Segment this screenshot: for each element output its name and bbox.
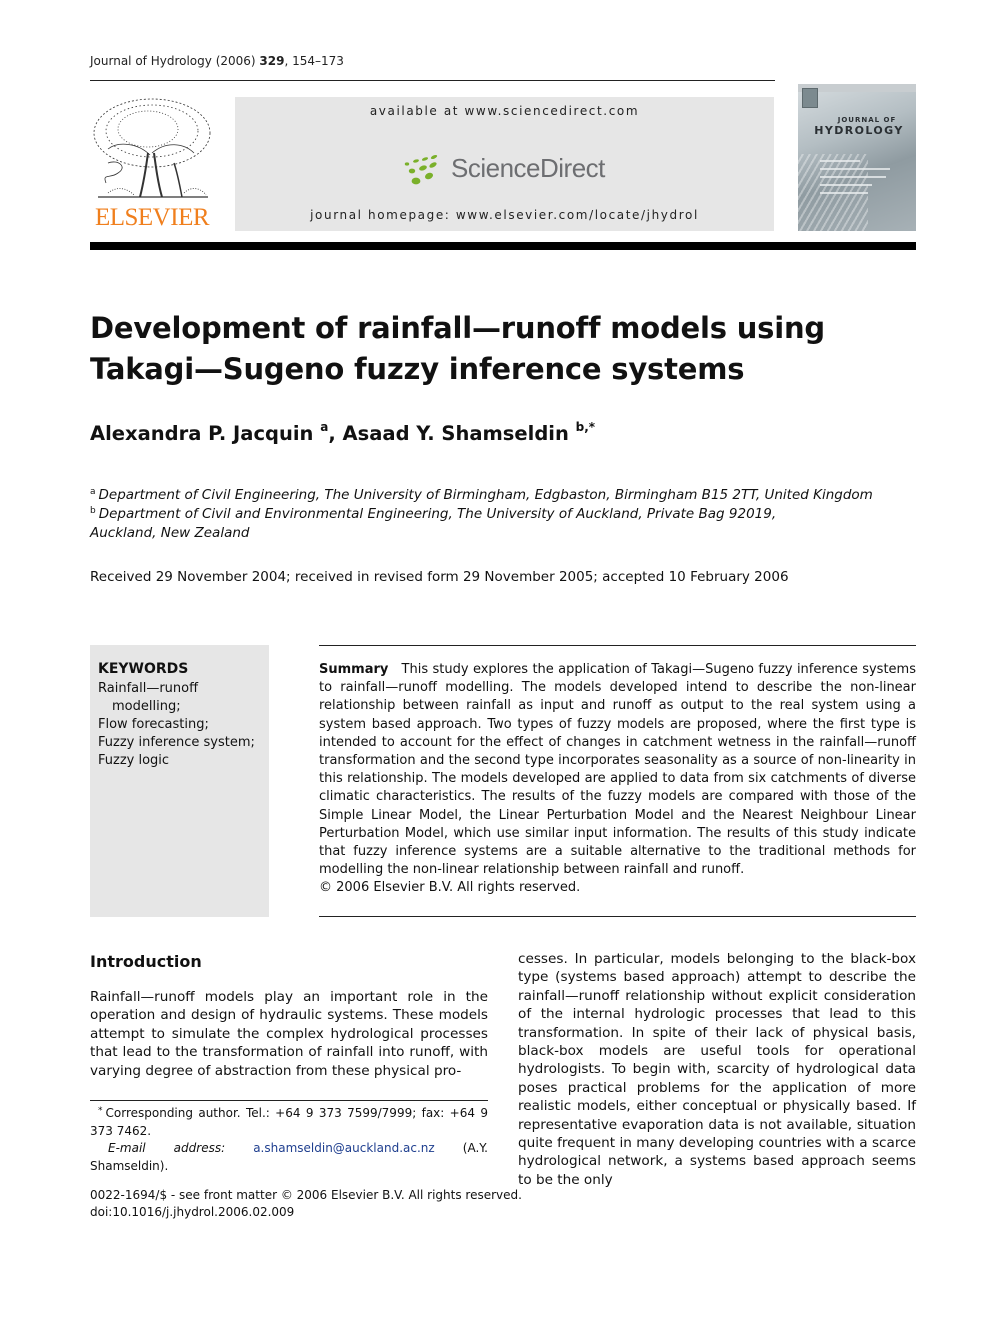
- running-head: Journal of Hydrology (2006) 329, 154–173: [90, 54, 344, 68]
- masthead-divider: [90, 242, 916, 250]
- header-divider: [90, 80, 775, 81]
- journal-year: (2006): [215, 54, 256, 68]
- issn-front-matter: 0022-1694/$ - see front matter © 2006 El…: [90, 1188, 522, 1202]
- author-name[interactable]: Asaad Y. Shamseldin: [343, 422, 569, 445]
- journal-volume: 329: [259, 54, 285, 68]
- email-label: E-mail address:: [108, 1141, 226, 1155]
- footnote-corresponding: Corresponding author. Tel.: +64 9 373 75…: [90, 1106, 488, 1138]
- corresponding-author-footnote: * Corresponding author. Tel.: +64 9 373 7…: [90, 1103, 488, 1175]
- journal-homepage-link[interactable]: journal homepage: www.elsevier.com/locat…: [235, 208, 774, 222]
- elsevier-wordmark: ELSEVIER: [94, 204, 210, 231]
- keyword-item: Rainfall—runoff: [98, 681, 199, 696]
- keyword-item: modelling;: [112, 699, 181, 714]
- keyword-item: Fuzzy inference system;: [98, 735, 255, 750]
- affiliation-mark: a: [90, 487, 96, 497]
- affiliation-a: a Department of Civil Engineering, The Un…: [90, 487, 873, 503]
- journal-cover-image: JOURNAL OF HYDROLOGY: [798, 84, 916, 231]
- affiliation-mark: b: [90, 506, 96, 516]
- body-text-left-column: Rainfall—runoff models play an important…: [90, 989, 488, 1079]
- author-name[interactable]: Alexandra P. Jacquin: [90, 422, 313, 445]
- sciencedirect-wordmark: ScienceDirect: [451, 153, 605, 183]
- section-heading-introduction: Introduction: [90, 952, 202, 971]
- abstract-bottom-rule: [319, 916, 916, 917]
- footnote-rule: [90, 1100, 488, 1101]
- journal-name: Journal of Hydrology: [90, 54, 212, 68]
- cover-editor-line: [820, 160, 860, 162]
- received-dates: Received 29 November 2004; received in r…: [90, 569, 789, 585]
- article-title: Development of rainfall—runoff models us…: [90, 311, 825, 386]
- summary-label: Summary: [319, 662, 389, 677]
- cover-editor-line: [820, 184, 872, 186]
- affiliation-b: b Department of Civil and Environmental E…: [90, 506, 776, 522]
- abstract-top-rule: [319, 645, 916, 646]
- cover-title-line2: HYDROLOGY: [814, 124, 904, 137]
- summary-text: This study explores the application of T…: [319, 662, 916, 878]
- available-at-link[interactable]: available at www.sciencedirect.com: [235, 104, 774, 118]
- affiliation-text: Department of Civil and Environmental En…: [98, 506, 777, 522]
- journal-pages: , 154–173: [284, 54, 344, 68]
- keywords-box: KEYWORDS Rainfall—runoff modelling; Flow…: [90, 645, 269, 917]
- cover-editor-line: [820, 192, 868, 194]
- sciencedirect-dots-icon: [404, 154, 438, 185]
- cover-editor-line: [820, 176, 886, 178]
- footnote-star: *: [98, 1106, 103, 1116]
- masthead-banner: available at www.sciencedirect.com Scien…: [235, 97, 774, 231]
- doi[interactable]: doi:10.1016/j.jhydrol.2006.02.009: [90, 1205, 294, 1219]
- abstract-copyright: © 2006 Elsevier B.V. All rights reserved…: [319, 880, 581, 895]
- author-affiliation-mark: a: [320, 420, 329, 434]
- email-link[interactable]: a.shamseldin@auckland.ac.nz: [253, 1141, 435, 1155]
- sciencedirect-logo: ScienceDirect: [403, 147, 613, 191]
- author-list: Alexandra P. Jacquin a, Asaad Y. Shamsel…: [90, 420, 596, 445]
- cover-elsevier-emblem: [802, 88, 818, 108]
- keywords-heading: KEYWORDS: [98, 661, 189, 677]
- affiliation-b-continued: Auckland, New Zealand: [90, 525, 250, 541]
- abstract-summary: Summary This study explores the applicat…: [319, 661, 916, 879]
- cover-title-line1: JOURNAL OF: [837, 116, 897, 124]
- cover-editor-line: [820, 168, 890, 170]
- keyword-item: Flow forecasting;: [98, 717, 209, 732]
- body-text-right-column: cesses. In particular, models belonging …: [518, 951, 916, 1188]
- author-affiliation-mark: b,*: [575, 420, 596, 434]
- keyword-item: Fuzzy logic: [98, 753, 170, 768]
- affiliation-text: Department of Civil Engineering, The Uni…: [98, 487, 873, 503]
